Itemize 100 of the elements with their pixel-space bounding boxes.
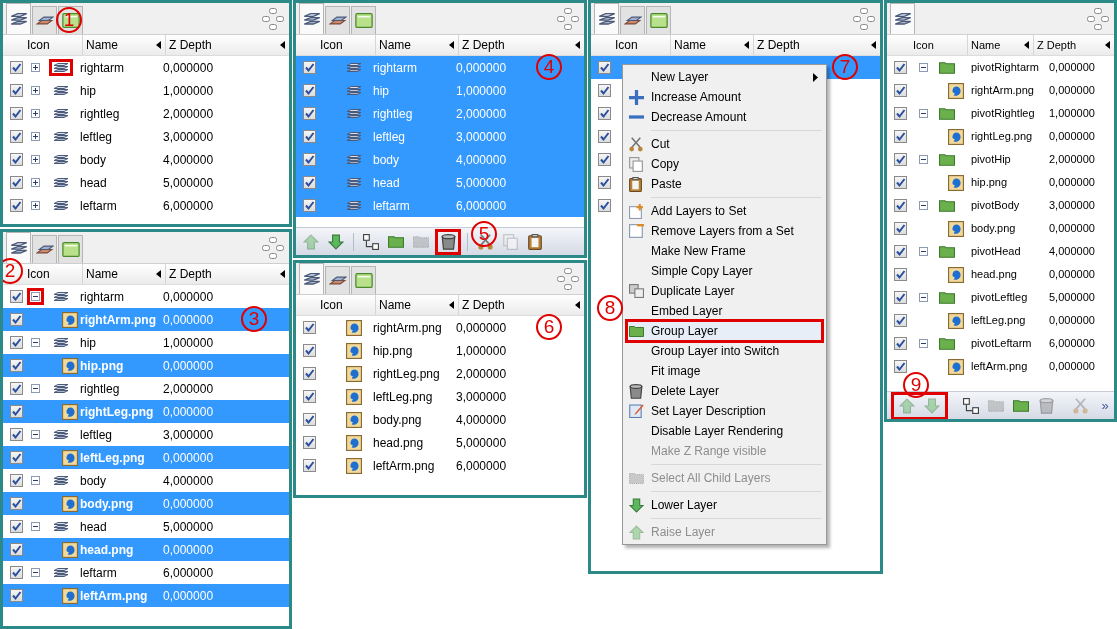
callout-number: 3	[241, 306, 267, 332]
layer-name: leftleg	[373, 128, 407, 146]
layer-name: body	[80, 151, 108, 169]
layer-name: leftleg	[80, 426, 114, 444]
z-depth-value: 0,000000	[1049, 83, 1095, 99]
layer-name: pivotHip	[971, 152, 1012, 168]
menu-label: Remove Layers from a Set	[651, 223, 794, 240]
layer-name: hip	[80, 82, 97, 100]
z-depth-value: 6,000000	[163, 564, 214, 582]
z-depth-value: 3,000000	[163, 426, 214, 444]
callout-number: 6	[536, 314, 562, 340]
menu-label: Raise Layer	[651, 524, 716, 541]
z-depth-value: 5,000000	[456, 174, 507, 192]
menu-label: Select All Child Layers	[651, 470, 771, 487]
layer-name: rightleg	[80, 380, 121, 398]
layer-name: rightArm.png	[971, 83, 1035, 99]
z-depth-value: 0,000000	[163, 541, 214, 559]
layer-name: leftLeg.png	[971, 313, 1027, 329]
layer-name: rightarm	[80, 288, 125, 306]
z-depth-value: 6,000000	[456, 457, 507, 475]
callout-number: 7	[832, 54, 858, 80]
layer-name: leftArm.png	[373, 457, 436, 475]
layer-name: leftLeg.png	[80, 449, 146, 467]
layer-name: leftArm.png	[971, 359, 1029, 375]
z-depth-value: 4,000000	[456, 151, 507, 169]
menu-label: New Layer	[651, 69, 709, 86]
layer-name: body	[80, 472, 108, 490]
layer-name: rightarm	[80, 59, 125, 77]
z-depth-value: 0,000000	[456, 59, 507, 77]
layer-name: body.png	[80, 495, 135, 513]
menu-label: Disable Layer Rendering	[651, 423, 784, 440]
z-depth-value: 5,000000	[456, 434, 507, 452]
layer-name: rightLeg.png	[373, 365, 441, 383]
z-depth-value: 2,000000	[163, 380, 214, 398]
layer-name: hip.png	[80, 357, 125, 375]
z-depth-value: 4,000000	[163, 151, 214, 169]
layer-name: head.png	[971, 267, 1018, 283]
layer-name: leftArm.png	[80, 587, 149, 605]
menu-label: Duplicate Layer	[651, 283, 735, 300]
z-depth-value: 6,000000	[163, 197, 214, 215]
z-depth-value: 0,000000	[163, 357, 214, 375]
z-depth-value: 0,000000	[163, 449, 214, 467]
layer-name: head.png	[80, 541, 135, 559]
callout-number: 4	[536, 54, 562, 80]
z-depth-value: 0,000000	[163, 495, 214, 513]
z-depth-value: 5,000000	[1049, 290, 1095, 306]
layer-name: leftarm	[373, 197, 411, 215]
layer-name: rightleg	[373, 105, 414, 123]
z-depth-value: 2,000000	[456, 105, 507, 123]
callout-number: 2	[3, 258, 23, 284]
menu-label: Copy	[651, 156, 679, 173]
z-depth-value: 3,000000	[456, 388, 507, 406]
z-depth-value: 0,000000	[1049, 221, 1095, 237]
z-depth-value: 0,000000	[163, 587, 214, 605]
layer-name: hip	[373, 82, 390, 100]
z-depth-value: 0,000000	[1049, 175, 1095, 191]
layer-name: rightarm	[373, 59, 418, 77]
z-depth-value: 3,000000	[1049, 198, 1095, 214]
z-depth-value: 3,000000	[456, 128, 507, 146]
z-depth-value: 0,000000	[1049, 60, 1095, 76]
layer-name: pivotHead	[971, 244, 1022, 260]
menu-label: Make New Frame	[651, 243, 746, 260]
layer-name: leftLeg.png	[373, 388, 434, 406]
z-depth-value: 0,000000	[163, 288, 214, 306]
layer-name: head.png	[373, 434, 425, 452]
layer-name: rightArm.png	[373, 319, 443, 337]
callout-number: 5	[471, 220, 497, 247]
layer-name: rightLeg.png	[971, 129, 1034, 145]
layer-name: head	[80, 518, 108, 536]
callout-number: 1	[56, 7, 82, 33]
layer-name: rightLeg.png	[80, 403, 155, 421]
z-depth-value: 6,000000	[456, 197, 507, 215]
z-depth-value: 0,000000	[1049, 129, 1095, 145]
menu-label: Make Z Range visible	[651, 443, 767, 460]
menu-label: Paste	[651, 176, 682, 193]
layer-name: pivotLeftleg	[971, 290, 1029, 306]
z-depth-value: 3,000000	[163, 128, 214, 146]
layer-name: hip.png	[971, 175, 1009, 191]
callout-number: 9	[903, 371, 929, 398]
menu-label: Group Layer	[651, 323, 718, 340]
z-depth-value: 1,000000	[1049, 106, 1095, 122]
z-depth-value: 0,000000	[1049, 267, 1095, 283]
layer-name: pivotBody	[971, 198, 1021, 214]
z-depth-value: 0,000000	[1049, 313, 1095, 329]
z-depth-value: 2,000000	[456, 365, 507, 383]
z-depth-value: 0,000000	[456, 319, 507, 337]
layer-name: hip	[80, 334, 97, 352]
menu-label: Set Layer Description	[651, 403, 766, 420]
z-depth-value: 1,000000	[456, 82, 507, 100]
z-depth-value: 1,000000	[163, 82, 214, 100]
layer-name: pivotRightarm	[971, 60, 1040, 76]
layer-name: leftarm	[80, 197, 118, 215]
z-depth-value: 6,000000	[1049, 336, 1095, 352]
layer-name: pivotLeftarm	[971, 336, 1033, 352]
z-depth-value: 4,000000	[456, 411, 507, 429]
z-depth-value: 0,000000	[163, 403, 214, 421]
menu-label: Lower Layer	[651, 497, 718, 514]
menu-label: Increase Amount	[651, 89, 742, 106]
layer-name: head	[80, 174, 108, 192]
z-depth-value: 4,000000	[1049, 244, 1095, 260]
